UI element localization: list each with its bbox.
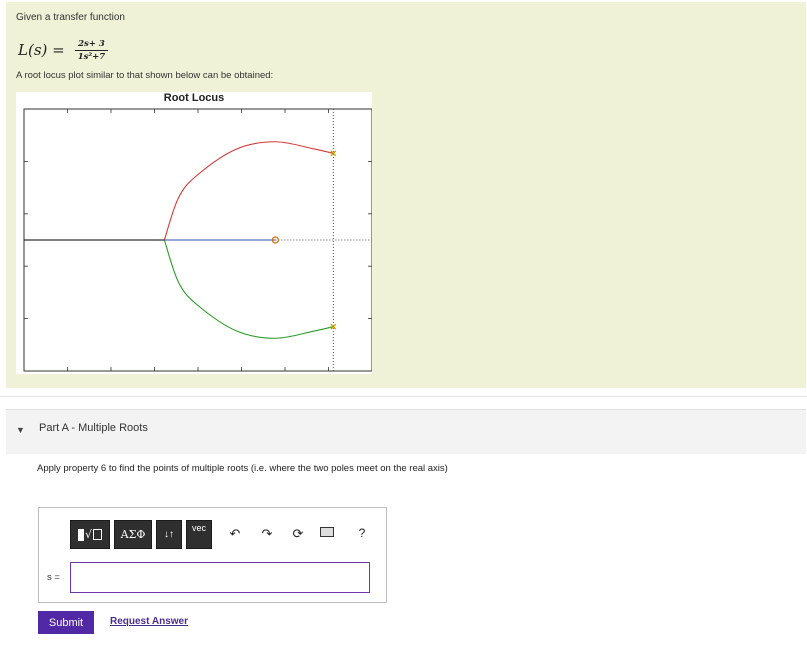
transfer-function-denominator: 1s²+7 [77, 51, 106, 62]
templates-button[interactable]: √ [70, 520, 110, 549]
greek-symbols-button[interactable]: ΑΣΦ [114, 520, 152, 549]
keyboard-icon[interactable] [319, 527, 335, 537]
transfer-function: L(s) = 2s+ 3 1s²+7 [18, 35, 108, 65]
transfer-function-fraction: 2s+ 3 1s²+7 [75, 39, 108, 62]
collapse-caret-icon[interactable]: ▼ [16, 425, 25, 435]
section-divider [0, 396, 807, 397]
intro-text: Given a transfer function [16, 12, 125, 23]
math-toolbar: √ ΑΣΦ ↓↑ vec ↶ ↷ ⟳ ? [70, 517, 365, 549]
part-instruction: Apply property 6 to find the points of m… [37, 463, 448, 474]
request-answer-link[interactable]: Request Answer [110, 616, 188, 627]
answer-input[interactable] [70, 562, 370, 593]
part-a-header[interactable]: ▼ Part A - Multiple Roots [6, 409, 806, 454]
transfer-function-numerator: 2s+ 3 [75, 39, 108, 51]
submit-button[interactable]: Submit [38, 611, 94, 634]
vector-button[interactable]: vec [186, 520, 212, 549]
part-title: Part A - Multiple Roots [39, 422, 148, 434]
help-icon[interactable]: ? [354, 526, 370, 540]
sort-order-button[interactable]: ↓↑ [156, 520, 182, 549]
square-root-template-icon: √ [77, 528, 102, 541]
answer-variable-label: s = [47, 572, 60, 583]
problem-statement: Given a transfer function L(s) = 2s+ 3 1… [6, 2, 806, 388]
answer-panel: √ ΑΣΦ ↓↑ vec ↶ ↷ ⟳ ? s = [38, 507, 387, 603]
root-locus-svg [23, 108, 372, 372]
redo-icon[interactable]: ↷ [259, 526, 275, 542]
lead-text: A root locus plot similar to that shown … [16, 70, 274, 81]
root-locus-plot: Root Locus [16, 92, 372, 374]
transfer-function-lhs: L(s) = [18, 41, 65, 59]
undo-icon[interactable]: ↶ [227, 526, 243, 542]
reset-icon[interactable]: ⟳ [290, 526, 306, 542]
